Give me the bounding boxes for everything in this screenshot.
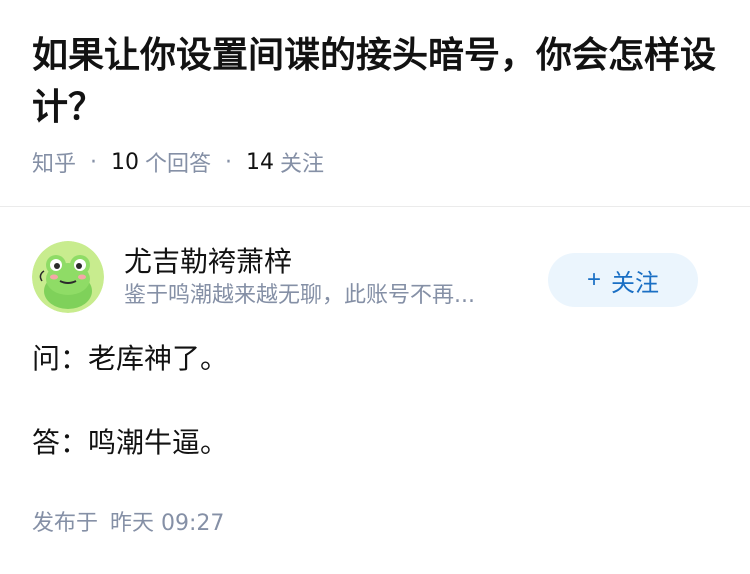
author-name[interactable]: 尤吉勒袴萧梓	[124, 243, 544, 281]
frog-avatar-icon	[32, 241, 104, 313]
author-info: 尤吉勒袴萧梓 鉴于鸣潮越来越无聊，此账号不再...	[124, 243, 544, 311]
author-bio: 鉴于鸣潮越来越无聊，此账号不再...	[124, 283, 475, 308]
answer-paragraph: 答：鸣潮牛逼。	[32, 426, 229, 459]
author-card: 尤吉勒袴萧梓 鉴于鸣潮越来越无聊，此账号不再... + 关注	[0, 207, 750, 315]
question-title[interactable]: 如果让你设置间谍的接头暗号，你会怎样设计？	[32, 30, 718, 134]
published-label: 发布于	[32, 511, 99, 536]
plus-icon: +	[586, 266, 601, 293]
question-meta: 知乎 · 10 个回答 · 14 关注	[32, 146, 718, 178]
published-time: 昨天 09:27	[110, 511, 225, 536]
separator-dot: ·	[225, 149, 233, 175]
question-header: 如果让你设置间谍的接头暗号，你会怎样设计？ 知乎 · 10 个回答 · 14 关…	[0, 0, 750, 178]
source-label[interactable]: 知乎	[32, 146, 76, 178]
follow-count: 14	[246, 149, 275, 175]
avatar[interactable]	[32, 241, 104, 313]
follow-count-label[interactable]: 关注	[280, 146, 324, 178]
follow-button[interactable]: + 关注	[548, 253, 698, 307]
separator-dot: ·	[90, 149, 98, 175]
follow-button-label: 关注	[611, 269, 659, 297]
answer-paragraph: 问：老库神了。	[32, 342, 229, 375]
answer-count: 10	[111, 149, 140, 175]
answer-content: 问：老库神了。 答：鸣潮牛逼。	[0, 339, 750, 463]
answer-count-label[interactable]: 个回答	[145, 146, 211, 178]
published-info: 发布于 昨天 09:27	[0, 505, 750, 537]
